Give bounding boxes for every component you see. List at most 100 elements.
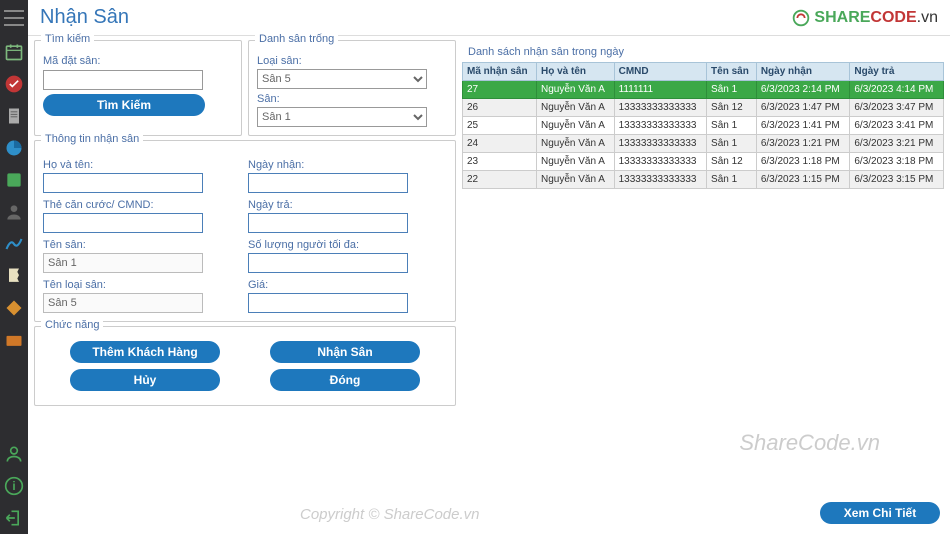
curve-icon[interactable]: [3, 233, 25, 255]
info-panel-title: Thông tin nhận sân: [41, 133, 143, 145]
table-cell: Nguyễn Văn A: [537, 153, 615, 171]
receive-button[interactable]: Nhận Sân: [270, 341, 420, 363]
check-circle-icon[interactable]: [3, 73, 25, 95]
function-panel-title: Chức năng: [41, 319, 103, 331]
table-cell: 1111111: [614, 81, 706, 99]
table-header[interactable]: Ngày nhận: [756, 63, 850, 81]
table-cell: Sân 1: [707, 81, 757, 99]
wallet-icon[interactable]: [3, 329, 25, 351]
info-panel: Thông tin nhận sân Họ và tên: Thẻ căn cư…: [34, 140, 456, 322]
detail-button[interactable]: Xem Chi Tiết: [820, 502, 940, 524]
logout-icon[interactable]: [3, 507, 25, 529]
empty-panel-title: Danh sân trống: [255, 33, 338, 45]
price-label: Giá:: [248, 279, 447, 291]
hamburger-icon[interactable]: [4, 10, 24, 26]
add-customer-button[interactable]: Thêm Khách Hàng: [70, 341, 220, 363]
search-button[interactable]: Tìm Kiếm: [43, 94, 205, 116]
table-cell: Nguyễn Văn A: [537, 99, 615, 117]
table-cell: Sân 1: [707, 171, 757, 189]
table-cell: 23: [463, 153, 537, 171]
table-cell: Sân 12: [707, 153, 757, 171]
table-cell: 6/3/2023 2:14 PM: [756, 81, 850, 99]
table-cell: 6/3/2023 3:47 PM: [850, 99, 944, 117]
field-type-label: Loại sân:: [257, 55, 447, 67]
table-cell: 26: [463, 99, 537, 117]
chart-pie-icon[interactable]: [3, 137, 25, 159]
table-row[interactable]: 22Nguyễn Văn A13333333333333Sân 16/3/202…: [463, 171, 944, 189]
table-row[interactable]: 24Nguyễn Văn A13333333333333Sân 16/3/202…: [463, 135, 944, 153]
table-row[interactable]: 25Nguyễn Văn A13333333333333Sân 1 6/3/202…: [463, 117, 944, 135]
table-row[interactable]: 26Nguyễn Văn A13333333333333Sân 126/3/20…: [463, 99, 944, 117]
id-label: Thẻ căn cước/ CMND:: [43, 199, 242, 211]
table-cell: Sân 1: [707, 135, 757, 153]
field-type-select[interactable]: Sân 5: [257, 69, 427, 89]
max-input[interactable]: [248, 253, 408, 273]
table-cell: 13333333333333: [614, 135, 706, 153]
table-cell: 6/3/2023 1:47 PM: [756, 99, 850, 117]
name-input[interactable]: [43, 173, 203, 193]
table-header[interactable]: CMND: [614, 63, 706, 81]
price-input[interactable]: [248, 293, 408, 313]
table-cell: 13333333333333: [614, 171, 706, 189]
max-label: Số lượng người tối đa:: [248, 239, 447, 251]
brand-logo: SHARECODE.vn: [790, 7, 938, 29]
table-cell: 25: [463, 117, 537, 135]
booking-code-input[interactable]: [43, 70, 203, 90]
id-input[interactable]: [43, 213, 203, 233]
table-header[interactable]: Ngày trả: [850, 63, 944, 81]
table-cell: 6/3/2023 1:15 PM: [756, 171, 850, 189]
page-title: Nhận Sân: [40, 6, 129, 29]
checkout-label: Ngày trả:: [248, 199, 447, 211]
function-panel: Chức năng Thêm Khách Hàng Nhận Sân Hủy Đ…: [34, 326, 456, 406]
list-title: Danh sách nhận sân trong ngày: [468, 46, 944, 58]
field-label: Sân:: [257, 93, 447, 105]
info-icon[interactable]: i: [3, 475, 25, 497]
calendar-icon[interactable]: [3, 41, 25, 63]
table-cell: 13333333333333: [614, 153, 706, 171]
checkin-input[interactable]: [248, 173, 408, 193]
tag-icon[interactable]: [3, 297, 25, 319]
sidebar: i: [0, 0, 28, 534]
table-cell: 6/3/2023 3:18 PM: [850, 153, 944, 171]
svg-text:i: i: [12, 480, 15, 493]
user-icon[interactable]: [3, 443, 25, 465]
table-cell: 13333333333333: [614, 99, 706, 117]
fieldtype-label: Tên loại sân:: [43, 279, 242, 291]
table-cell: Nguyễn Văn A: [537, 81, 615, 99]
grid-icon[interactable]: [3, 169, 25, 191]
header: Nhận Sân SHARECODE.vn: [28, 0, 950, 36]
table-cell: 6/3/2023 4:14 PM: [850, 81, 944, 99]
receipt-icon[interactable]: [3, 105, 25, 127]
checkin-label: Ngày nhận:: [248, 159, 447, 171]
person-icon[interactable]: [3, 201, 25, 223]
table-cell: 24: [463, 135, 537, 153]
table-cell: 6/3/2023 1:18 PM: [756, 153, 850, 171]
table-cell: Nguyễn Văn A: [537, 171, 615, 189]
table-header[interactable]: Tên sân: [707, 63, 757, 81]
table-cell: Nguyễn Văn A: [537, 135, 615, 153]
table-cell: Sân 1: [707, 117, 757, 135]
table-cell: 27: [463, 81, 537, 99]
fieldname-input: [43, 253, 203, 273]
cancel-button[interactable]: Hủy: [70, 369, 220, 391]
table-header[interactable]: Mã nhận sân: [463, 63, 537, 81]
reception-table: Mã nhận sânHọ và tênCMNDTên sânNgày nhận…: [462, 62, 944, 189]
table-header[interactable]: Họ và tên: [537, 63, 615, 81]
field-select[interactable]: Sân 1: [257, 107, 427, 127]
checkout-input[interactable]: [248, 213, 408, 233]
booking-code-label: Mã đặt sân:: [43, 55, 233, 67]
note-icon[interactable]: [3, 265, 25, 287]
table-cell: 6/3/2023 1:21 PM: [756, 135, 850, 153]
table-cell: 22: [463, 171, 537, 189]
table-row[interactable]: 27Nguyễn Văn A1111111Sân 16/3/2023 2:14 …: [463, 81, 944, 99]
search-panel-title: Tìm kiếm: [41, 33, 94, 45]
table-cell: Nguyễn Văn A: [537, 117, 615, 135]
table-cell: Sân 12: [707, 99, 757, 117]
table-cell: 6/3/2023 3:41 PM: [850, 117, 944, 135]
table-cell: 13333333333333: [614, 117, 706, 135]
list-panel: Danh sách nhận sân trong ngày Mã nhận sâ…: [462, 40, 944, 530]
table-row[interactable]: 23Nguyễn Văn A13333333333333Sân 126/3/20…: [463, 153, 944, 171]
close-button[interactable]: Đóng: [270, 369, 420, 391]
fieldname-label: Tên sân:: [43, 239, 242, 251]
empty-fields-panel: Danh sân trống Loại sân: Sân 5 Sân: Sân …: [248, 40, 456, 136]
